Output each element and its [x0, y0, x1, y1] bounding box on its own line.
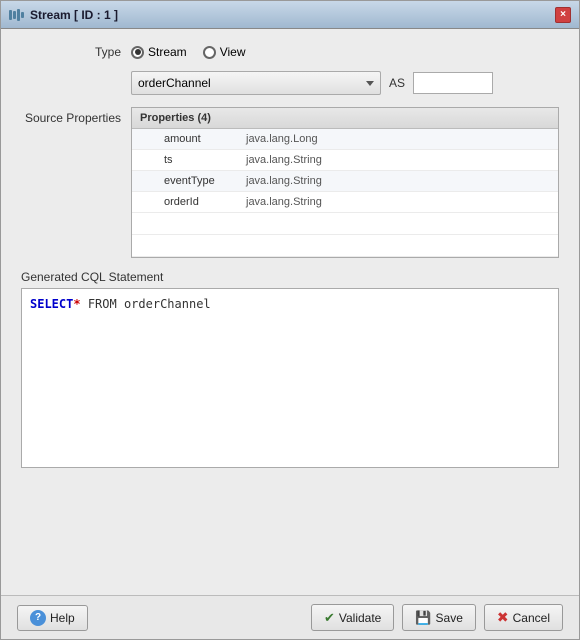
prop-name-3: orderId: [164, 196, 234, 208]
footer-right: ✔ Validate 💾 Save ✖ Cancel: [311, 604, 563, 631]
source-properties-row: Source Properties Properties (4) amount …: [21, 107, 559, 258]
radio-view-outer[interactable]: [203, 46, 216, 59]
table-row: eventType java.lang.String: [132, 171, 558, 192]
radio-stream[interactable]: Stream: [131, 45, 187, 59]
channel-dropdown[interactable]: orderChannel: [131, 71, 381, 95]
table-row: amount java.lang.Long: [132, 129, 558, 150]
radio-stream-outer[interactable]: [131, 46, 144, 59]
radio-stream-label: Stream: [148, 45, 187, 59]
dialog-content: Type Stream View orderChannel A: [1, 29, 579, 595]
close-button[interactable]: ×: [555, 7, 571, 23]
cql-select-keyword: SELECT: [30, 297, 73, 311]
help-icon: ?: [30, 610, 46, 626]
prop-name-0: amount: [164, 133, 234, 145]
as-input[interactable]: [413, 72, 493, 94]
stream-icon: [9, 9, 24, 21]
save-button[interactable]: 💾 Save: [402, 604, 476, 631]
prop-type-0: java.lang.Long: [246, 133, 318, 145]
radio-view[interactable]: View: [203, 45, 246, 59]
save-icon: 💾: [415, 610, 431, 626]
validate-button[interactable]: ✔ Validate: [311, 604, 394, 631]
source-properties-label: Source Properties: [21, 107, 121, 125]
type-radio-group: Stream View: [131, 45, 245, 59]
prop-type-2: java.lang.String: [246, 175, 322, 187]
properties-table: Properties (4) amount java.lang.Long ts …: [131, 107, 559, 258]
radio-view-label: View: [220, 45, 246, 59]
validate-icon: ✔: [324, 610, 335, 626]
prop-name-2: eventType: [164, 175, 234, 187]
footer: ? Help ✔ Validate 💾 Save ✖ Cancel: [1, 595, 579, 639]
validate-label: Validate: [339, 611, 381, 625]
properties-header: Properties (4): [132, 108, 558, 129]
cql-statement-box: SELECT* FROM orderChannel: [21, 288, 559, 468]
cql-star: *: [73, 297, 80, 311]
dropdown-value: orderChannel: [138, 76, 211, 90]
dialog-title: Stream [ ID : 1 ]: [30, 8, 118, 22]
cancel-button[interactable]: ✖ Cancel: [484, 604, 563, 631]
prop-type-1: java.lang.String: [246, 154, 322, 166]
props-empty-row-1: [132, 213, 558, 235]
dropdown-arrow-icon: [366, 81, 374, 86]
prop-name-1: ts: [164, 154, 234, 166]
table-row: ts java.lang.String: [132, 150, 558, 171]
cancel-label: Cancel: [513, 611, 550, 625]
table-row: orderId java.lang.String: [132, 192, 558, 213]
props-empty-row-2: [132, 235, 558, 257]
title-bar-left: Stream [ ID : 1 ]: [9, 8, 118, 22]
title-bar: Stream [ ID : 1 ] ×: [1, 1, 579, 29]
cancel-icon: ✖: [497, 609, 509, 626]
help-label: Help: [50, 611, 75, 625]
save-label: Save: [436, 611, 463, 625]
cql-section: Generated CQL Statement SELECT* FROM ord…: [21, 270, 559, 468]
radio-stream-inner: [135, 49, 141, 55]
help-button[interactable]: ? Help: [17, 605, 88, 631]
as-label: AS: [389, 76, 405, 90]
type-label: Type: [21, 45, 121, 59]
dialog-stream: Stream [ ID : 1 ] × Type Stream View: [0, 0, 580, 640]
cql-from: FROM orderChannel: [81, 297, 211, 311]
prop-type-3: java.lang.String: [246, 196, 322, 208]
cql-label: Generated CQL Statement: [21, 270, 559, 284]
dropdown-row: orderChannel AS: [131, 71, 559, 95]
type-row: Type Stream View: [21, 45, 559, 59]
